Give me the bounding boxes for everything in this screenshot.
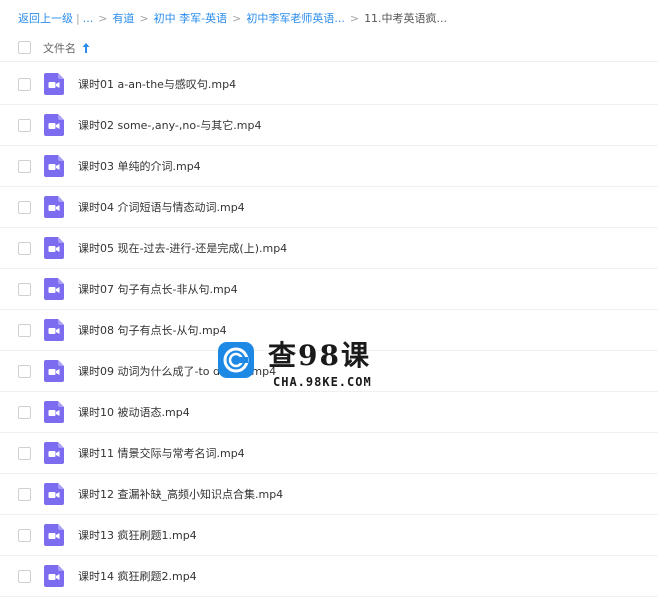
video-file-icon — [44, 483, 64, 505]
back-link[interactable]: 返回上一级 — [18, 10, 73, 28]
file-row[interactable]: 课时08 句子有点长-从句.mp4 — [0, 310, 658, 351]
file-row-checkbox[interactable] — [18, 365, 31, 378]
file-row-checkbox[interactable] — [18, 119, 31, 132]
video-file-icon — [44, 442, 64, 464]
name-column-label: 文件名 — [43, 42, 76, 55]
video-file-icon — [44, 524, 64, 546]
file-row[interactable]: 课时04 介词短语与情态动词.mp4 — [0, 187, 658, 228]
file-name[interactable]: 课时12 查漏补缺_高频小知识点合集.mp4 — [78, 487, 283, 502]
breadcrumb-item-course[interactable]: 初中 李军-英语 — [154, 10, 227, 28]
file-row[interactable]: 课时01 a-an-the与感叹句.mp4 — [0, 64, 658, 105]
file-name[interactable]: 课时09 动词为什么成了-to do-ing.mp4 — [78, 364, 276, 379]
select-all-checkbox[interactable] — [18, 41, 31, 54]
file-name[interactable]: 课时11 情景交际与常考名词.mp4 — [78, 446, 245, 461]
video-file-icon — [44, 278, 64, 300]
file-row-checkbox[interactable] — [18, 242, 31, 255]
file-row-checkbox[interactable] — [18, 324, 31, 337]
file-name[interactable]: 课时03 单纯的介词.mp4 — [78, 159, 201, 174]
video-file-icon — [44, 319, 64, 341]
file-row-checkbox[interactable] — [18, 78, 31, 91]
sort-ascending-icon[interactable] — [82, 43, 90, 53]
file-name[interactable]: 课时13 疯狂刷题1.mp4 — [78, 528, 197, 543]
video-file-icon — [44, 237, 64, 259]
file-row-checkbox[interactable] — [18, 529, 31, 542]
file-row-checkbox[interactable] — [18, 283, 31, 296]
file-name[interactable]: 课时01 a-an-the与感叹句.mp4 — [78, 77, 236, 92]
file-row[interactable]: 课时14 疯狂刷题2.mp4 — [0, 556, 658, 597]
video-file-icon — [44, 155, 64, 177]
file-row-checkbox[interactable] — [18, 406, 31, 419]
file-name[interactable]: 课时10 被动语态.mp4 — [78, 405, 190, 420]
breadcrumb-separator: > — [98, 12, 108, 25]
file-row[interactable]: 课时02 some-,any-,no-与其它.mp4 — [0, 105, 658, 146]
file-row[interactable]: 课时13 疯狂刷题1.mp4 — [0, 515, 658, 556]
file-name[interactable]: 课时02 some-,any-,no-与其它.mp4 — [78, 118, 261, 133]
breadcrumb-divider: | — [76, 12, 80, 25]
name-column-header[interactable]: 文件名 — [43, 40, 90, 56]
breadcrumb-separator: > — [349, 12, 360, 25]
file-row-checkbox[interactable] — [18, 570, 31, 583]
file-list-header: 文件名 — [0, 36, 658, 62]
file-row[interactable]: 课时11 情景交际与常考名词.mp4 — [0, 433, 658, 474]
file-row[interactable]: 课时10 被动语态.mp4 — [0, 392, 658, 433]
breadcrumb-current: 11.中考英语疯... — [364, 12, 448, 25]
video-file-icon — [44, 196, 64, 218]
video-file-icon — [44, 73, 64, 95]
video-file-icon — [44, 565, 64, 587]
video-file-icon — [44, 401, 64, 423]
file-row-checkbox[interactable] — [18, 201, 31, 214]
file-row[interactable]: 课时09 动词为什么成了-to do-ing.mp4 — [0, 351, 658, 392]
breadcrumb-separator: > — [232, 12, 242, 25]
video-file-icon — [44, 360, 64, 382]
file-row[interactable]: 课时03 单纯的介词.mp4 — [0, 146, 658, 187]
breadcrumb-item-youdao[interactable]: 有道 — [112, 10, 134, 28]
file-row[interactable]: 课时05 现在-过去-进行-还是完成(上).mp4 — [0, 228, 658, 269]
file-name[interactable]: 课时08 句子有点长-从句.mp4 — [78, 323, 227, 338]
file-name[interactable]: 课时05 现在-过去-进行-还是完成(上).mp4 — [78, 241, 287, 256]
video-file-icon — [44, 114, 64, 136]
file-row-checkbox[interactable] — [18, 447, 31, 460]
breadcrumb: 返回上一级 | ... > 有道 > 初中 李军-英语 > 初中李军老师英语..… — [18, 10, 447, 28]
file-row-checkbox[interactable] — [18, 160, 31, 173]
file-row[interactable]: 课时12 查漏补缺_高频小知识点合集.mp4 — [0, 474, 658, 515]
file-row[interactable]: 课时07 句子有点长-非从句.mp4 — [0, 269, 658, 310]
file-row-checkbox[interactable] — [18, 488, 31, 501]
file-name[interactable]: 课时07 句子有点长-非从句.mp4 — [78, 282, 238, 297]
file-name[interactable]: 课时04 介词短语与情态动词.mp4 — [78, 200, 245, 215]
breadcrumb-ellipsis[interactable]: ... — [83, 10, 94, 28]
file-name[interactable]: 课时14 疯狂刷题2.mp4 — [78, 569, 197, 584]
breadcrumb-separator: > — [139, 12, 149, 25]
breadcrumb-item-teacher[interactable]: 初中李军老师英语... — [246, 10, 345, 28]
